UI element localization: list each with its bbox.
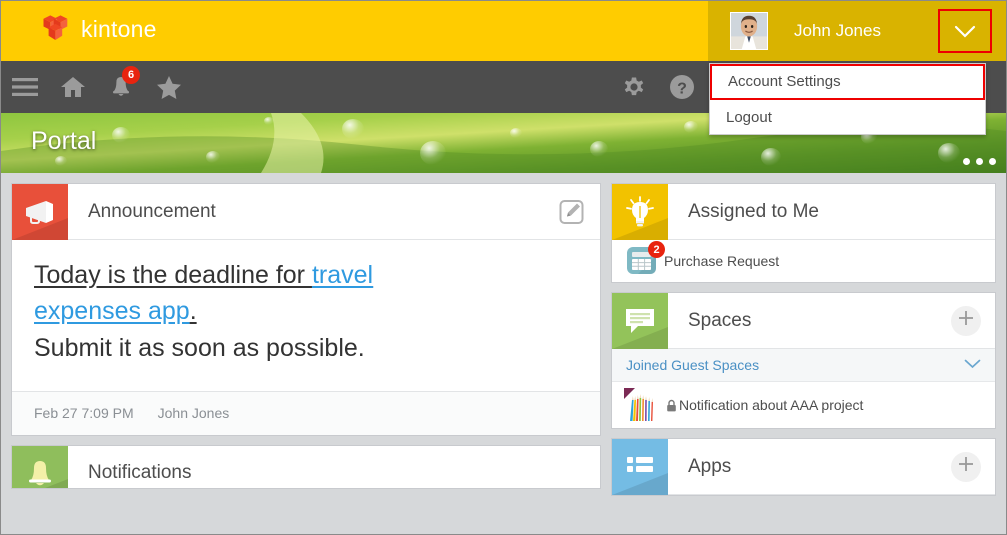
chevron-down-icon bbox=[954, 25, 976, 38]
announcement-period: . bbox=[189, 296, 197, 325]
notification-badge: 6 bbox=[122, 66, 140, 84]
announcement-line-2: expenses app. bbox=[34, 294, 578, 330]
edit-pencil-icon[interactable] bbox=[559, 199, 584, 224]
add-space-button[interactable] bbox=[951, 305, 981, 336]
user-name-label: John Jones bbox=[794, 21, 881, 40]
page-title: Portal bbox=[31, 127, 97, 155]
assigned-header: Assigned to Me bbox=[612, 183, 995, 240]
star-icon bbox=[156, 75, 182, 100]
add-app-button[interactable] bbox=[951, 451, 981, 482]
nav-favorites-button[interactable] bbox=[145, 61, 193, 113]
announcement-body: Today is the deadline for travel expense… bbox=[12, 240, 600, 377]
spaces-card: Spaces Joined Guest Spaces Notification … bbox=[611, 292, 996, 429]
menu-item-account-settings[interactable]: Account Settings bbox=[710, 64, 985, 100]
user-dropdown-menu[interactable]: Account Settings Logout bbox=[709, 63, 986, 135]
joined-guest-spaces-group[interactable]: Joined Guest Spaces bbox=[612, 349, 995, 382]
announcement-line-3: Submit it as soon as possible. bbox=[34, 334, 365, 362]
calculator-app-icon: 2 bbox=[626, 241, 665, 278]
notifications-header: Notifications bbox=[12, 445, 600, 488]
svg-text:?: ? bbox=[677, 81, 687, 98]
brand-logo[interactable]: kintone bbox=[35, 12, 157, 46]
space-item-label: Notification about AAA project bbox=[679, 397, 864, 413]
portal-content: Announcement Today is the deadline for t… bbox=[1, 173, 1006, 534]
space-item-aaa-project[interactable]: Notification about AAA project bbox=[612, 382, 995, 428]
joined-guest-spaces-label: Joined Guest Spaces bbox=[626, 357, 760, 373]
apps-card: Apps bbox=[611, 438, 996, 496]
assigned-to-me-card: Assigned to Me 2 Purchase Request bbox=[611, 183, 996, 283]
plus-icon bbox=[957, 309, 975, 332]
announcement-text-prefix: Today is the deadline for bbox=[34, 261, 312, 289]
lightbulb-icon bbox=[612, 183, 668, 240]
user-menu-toggle[interactable] bbox=[938, 9, 992, 53]
announcement-line-1: Today is the deadline for travel bbox=[34, 258, 578, 294]
assigned-item-purchase-request[interactable]: 2 Purchase Request bbox=[612, 240, 995, 282]
dot-3 bbox=[989, 158, 996, 165]
kintone-logo-icon bbox=[35, 12, 69, 46]
megaphone-icon bbox=[12, 183, 68, 240]
hamburger-menu-icon bbox=[12, 77, 38, 97]
brand-name: kintone bbox=[81, 15, 157, 42]
home-icon bbox=[60, 75, 86, 99]
help-icon: ? bbox=[669, 74, 695, 100]
notifications-card: Notifications bbox=[11, 444, 601, 489]
plus-icon bbox=[957, 455, 975, 478]
announcement-link-expenses-app[interactable]: expenses app bbox=[34, 297, 190, 325]
space-item-label-wrap: Notification about AAA project bbox=[666, 397, 863, 413]
nav-menu-button[interactable] bbox=[1, 61, 49, 113]
lock-icon bbox=[666, 399, 677, 412]
menu-item-logout[interactable]: Logout bbox=[710, 100, 985, 136]
announcement-title: Announcement bbox=[88, 200, 216, 222]
right-column: Assigned to Me 2 Purchase Request Spaces… bbox=[611, 183, 996, 525]
spaces-title: Spaces bbox=[688, 309, 752, 331]
assigned-title: Assigned to Me bbox=[688, 200, 819, 222]
user-menu-area[interactable]: John Jones bbox=[708, 1, 1006, 61]
announcement-link-travel[interactable]: travel bbox=[312, 261, 373, 289]
spaces-header: Spaces bbox=[612, 292, 995, 349]
gear-icon bbox=[621, 74, 647, 100]
notifications-title: Notifications bbox=[88, 462, 192, 483]
colored-pencils-thumbnail bbox=[624, 388, 658, 422]
top-header-bar: kintone John Jones bbox=[1, 1, 1006, 61]
nav-help-button[interactable]: ? bbox=[658, 61, 706, 113]
announcement-footer: Feb 27 7:09 PM John Jones bbox=[12, 390, 600, 435]
apps-title: Apps bbox=[688, 455, 732, 477]
bell-icon bbox=[12, 445, 68, 488]
kintone-portal-screen: kintone John Jones Account Settings Logo… bbox=[0, 0, 1007, 535]
nav-home-button[interactable] bbox=[49, 61, 97, 113]
assigned-item-badge: 2 bbox=[648, 241, 665, 258]
nav-right-group: ? bbox=[610, 61, 706, 113]
announcement-author: John Jones bbox=[157, 405, 230, 421]
nav-settings-button[interactable] bbox=[610, 61, 658, 113]
apps-header: Apps bbox=[612, 439, 995, 495]
avatar bbox=[730, 12, 768, 50]
app-list-icon bbox=[612, 439, 668, 495]
dot-2 bbox=[976, 158, 983, 165]
more-options-icon[interactable] bbox=[963, 158, 996, 165]
announcement-header: Announcement bbox=[12, 183, 600, 240]
nav-left-group: 6 bbox=[1, 61, 193, 113]
nav-notifications-button[interactable]: 6 bbox=[97, 61, 145, 113]
left-column: Announcement Today is the deadline for t… bbox=[11, 183, 601, 525]
announcement-timestamp: Feb 27 7:09 PM bbox=[34, 405, 134, 421]
announcement-card: Announcement Today is the deadline for t… bbox=[11, 183, 601, 436]
chat-bubble-icon bbox=[612, 292, 668, 349]
dot-1 bbox=[963, 158, 970, 165]
assigned-item-label: Purchase Request bbox=[664, 253, 780, 269]
chevron-down-icon[interactable] bbox=[964, 356, 981, 374]
